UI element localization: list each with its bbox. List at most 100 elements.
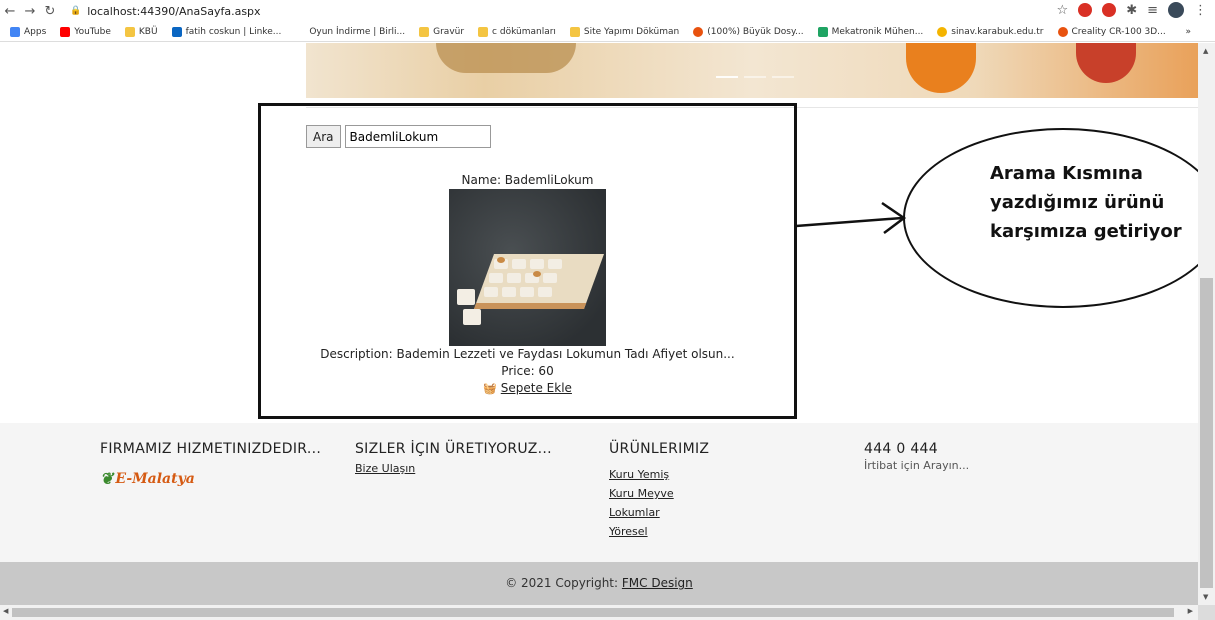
lokum-piece bbox=[457, 289, 475, 305]
bookmark-item[interactable]: Site Yapımı Döküman bbox=[569, 26, 679, 37]
search-row: Ara bbox=[306, 125, 491, 148]
browser-address-bar: ← → ↻ 🔒 localhost:44390/AnaSayfa.aspx ☆ … bbox=[0, 0, 1215, 22]
lokum-piece bbox=[463, 309, 481, 325]
lokum-piece bbox=[548, 259, 562, 269]
url-text: localhost:44390/AnaSayfa.aspx bbox=[87, 4, 261, 18]
product-name: Name: BademliLokum bbox=[461, 173, 594, 187]
bookmark-item[interactable]: KBÜ bbox=[124, 26, 158, 37]
page-content: Ara Name: BademliLokum bbox=[0, 43, 1198, 605]
star-icon[interactable]: ☆ bbox=[1057, 3, 1069, 18]
lokum-piece bbox=[489, 273, 503, 283]
youtube-icon bbox=[60, 26, 71, 37]
lock-icon: 🔒 bbox=[70, 6, 82, 16]
lokum-piece bbox=[543, 273, 557, 283]
vertical-scrollbar[interactable]: ▲ ▼ bbox=[1198, 43, 1215, 605]
annotation-text: Arama Kısmına yazdığımız ürünü karşımıza… bbox=[990, 163, 1182, 242]
scroll-down-icon[interactable]: ▼ bbox=[1203, 593, 1208, 601]
almond bbox=[497, 257, 505, 263]
search-button[interactable]: Ara bbox=[306, 125, 341, 148]
lokum-piece bbox=[538, 287, 552, 297]
product-description: Description: Bademin Lezzeti ve Faydası … bbox=[320, 347, 735, 361]
carousel-indicators[interactable] bbox=[716, 76, 794, 78]
folder-icon bbox=[478, 26, 489, 37]
orange-image bbox=[906, 43, 976, 93]
add-to-cart[interactable]: 🧺 Sepete Ekle bbox=[261, 380, 794, 397]
footer-link-yoresel[interactable]: Yöresel bbox=[609, 522, 709, 541]
footer-col-contact: SIZLER İÇIN ÜRETIYORUZ... Bize Ulaşın bbox=[355, 441, 552, 478]
url-field[interactable]: 🔒 localhost:44390/AnaSayfa.aspx bbox=[70, 5, 261, 18]
site-icon bbox=[1057, 26, 1068, 37]
product-card: Name: BademliLokum Description: Bademin … bbox=[261, 172, 794, 397]
lokum-piece bbox=[512, 259, 526, 269]
almond bbox=[533, 271, 541, 277]
reading-list-icon[interactable]: ≡ bbox=[1147, 3, 1158, 18]
bookmark-item[interactable]: fatih coskun | Linke... bbox=[171, 26, 281, 37]
scroll-up-icon[interactable]: ▲ bbox=[1203, 47, 1208, 55]
shopping-basket-icon: 🧺 bbox=[483, 382, 497, 395]
bookmark-item[interactable]: c dökümanları bbox=[478, 26, 556, 37]
product-price: Price: 60 bbox=[501, 364, 554, 378]
bookmarks-bar: Apps YouTube KBÜ fatih coskun | Linke...… bbox=[0, 22, 1215, 42]
contact-link[interactable]: Bize Ulaşın bbox=[355, 459, 552, 478]
product-image bbox=[449, 189, 606, 346]
footer-col-phone: 444 0 444 İrtibat için Arayın... bbox=[864, 441, 969, 472]
site-icon bbox=[937, 26, 948, 37]
phone-caption: İrtibat için Arayın... bbox=[864, 459, 970, 472]
bookmark-item[interactable]: (100%) Büyük Dosy... bbox=[693, 26, 804, 37]
footer-title: ÜRÜNLERIMIZ bbox=[609, 441, 710, 457]
folder-icon bbox=[419, 26, 430, 37]
scrollbar-thumb[interactable] bbox=[1200, 278, 1213, 588]
adblock-icon[interactable] bbox=[1102, 3, 1117, 17]
avatar[interactable] bbox=[1168, 2, 1184, 18]
bookmark-item[interactable]: YouTube bbox=[60, 26, 111, 37]
copyright-bar: © 2021 Copyright: FMC Design bbox=[0, 562, 1198, 605]
footer-link-kuru-meyve[interactable]: Kuru Meyve bbox=[609, 484, 709, 503]
lokum-piece bbox=[484, 287, 498, 297]
footer-title: FIRMAMIZ HIZMETINIZDEDIR... bbox=[100, 441, 322, 457]
browser-toolbar-icons: ☆ ✱ ≡ ⋮ bbox=[1057, 2, 1207, 18]
apps-icon bbox=[10, 26, 20, 37]
lokum-piece bbox=[520, 287, 534, 297]
reload-icon[interactable]: ↻ bbox=[40, 4, 60, 19]
carousel-indicator[interactable] bbox=[716, 76, 738, 78]
carousel-indicator[interactable] bbox=[744, 76, 766, 78]
site-icon bbox=[693, 26, 704, 37]
opera-icon[interactable] bbox=[1078, 3, 1093, 17]
back-icon[interactable]: ← bbox=[0, 4, 20, 19]
scrollbar-corner bbox=[1198, 605, 1215, 620]
footer-col-company: FIRMAMIZ HIZMETINIZDEDIR... ❦ E-Malatya bbox=[100, 441, 321, 488]
menu-icon[interactable]: ⋮ bbox=[1194, 3, 1207, 18]
fruit-image bbox=[1076, 43, 1136, 83]
search-result-box: Ara Name: BademliLokum bbox=[258, 103, 797, 419]
basket-image bbox=[436, 43, 576, 73]
logo[interactable]: ❦ E-Malatya bbox=[100, 469, 321, 488]
lokum-piece bbox=[507, 273, 521, 283]
scroll-left-icon[interactable]: ◀ bbox=[3, 607, 8, 615]
bookmark-item[interactable]: Apps bbox=[10, 26, 46, 37]
footer-link-kuru-yemis[interactable]: Kuru Yemiş bbox=[609, 465, 709, 484]
lokum-piece bbox=[530, 259, 544, 269]
bookmarks-more-button[interactable]: » bbox=[1185, 27, 1191, 37]
folder-icon bbox=[124, 26, 135, 37]
bookmark-item[interactable]: sinav.karabuk.edu.tr bbox=[937, 26, 1044, 37]
copyright-link[interactable]: FMC Design bbox=[622, 576, 693, 590]
footer-link-lokumlar[interactable]: Lokumlar bbox=[609, 503, 709, 522]
bookmark-item[interactable]: Oyun İndirme | Birli... bbox=[309, 27, 405, 37]
footer: FIRMAMIZ HIZMETINIZDEDIR... ❦ E-Malatya S… bbox=[0, 423, 1198, 562]
scroll-right-icon[interactable]: ▶ bbox=[1188, 607, 1193, 615]
add-to-cart-link[interactable]: Sepete Ekle bbox=[501, 381, 572, 395]
footer-col-products: ÜRÜNLERIMIZ Kuru Yemiş Kuru Meyve Lokuml… bbox=[609, 441, 709, 541]
bookmark-item[interactable]: Creality CR-100 3D... bbox=[1057, 26, 1166, 37]
footer-title: SIZLER İÇIN ÜRETIYORUZ... bbox=[355, 441, 552, 457]
forward-icon[interactable]: → bbox=[20, 4, 40, 19]
linkedin-icon bbox=[171, 26, 182, 37]
carousel-indicator[interactable] bbox=[772, 76, 794, 78]
extensions-icon[interactable]: ✱ bbox=[1126, 3, 1137, 18]
annotation-arrow bbox=[795, 201, 907, 234]
bookmark-item[interactable]: Mekatronik Mühen... bbox=[817, 26, 923, 37]
bookmark-item[interactable]: Gravür bbox=[419, 26, 464, 37]
lokum-piece bbox=[502, 287, 516, 297]
horizontal-scrollbar[interactable]: ◀ ▶ bbox=[0, 605, 1198, 620]
search-input[interactable] bbox=[344, 125, 491, 148]
scrollbar-thumb[interactable] bbox=[12, 608, 1174, 617]
